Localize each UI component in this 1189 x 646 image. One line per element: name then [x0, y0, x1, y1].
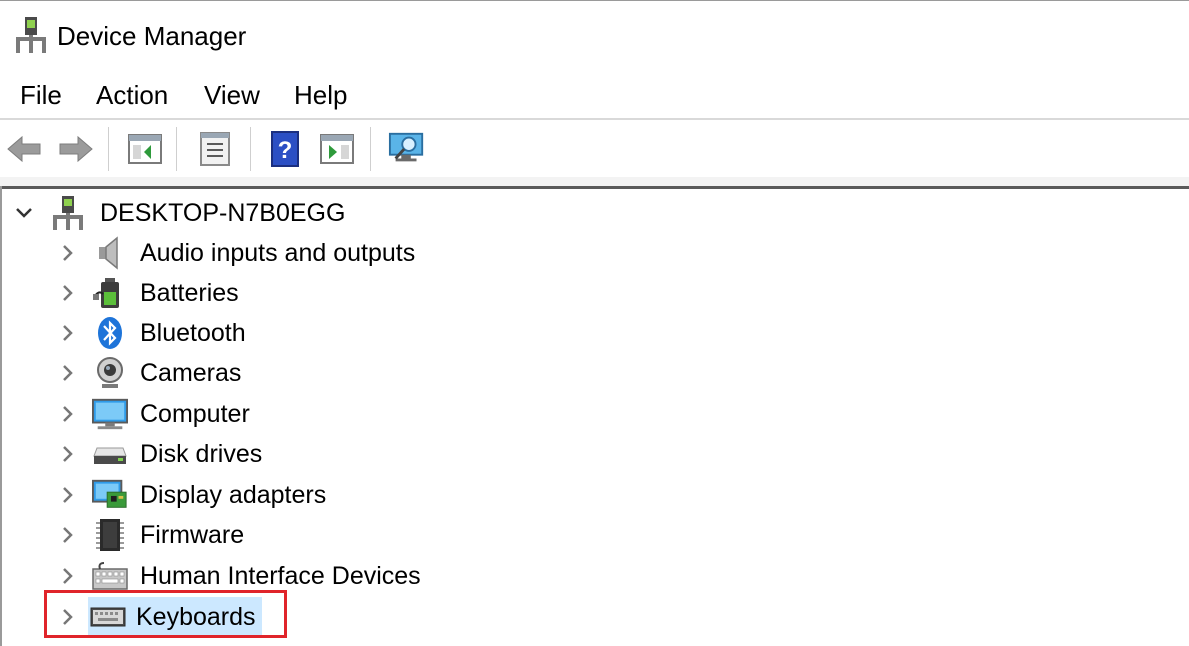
menu-file[interactable]: File [18, 80, 64, 111]
forward-button[interactable] [56, 129, 94, 169]
tree-root-label: DESKTOP-N7B0EGG [100, 198, 346, 227]
annotation-highlight-box [44, 590, 287, 638]
tree-item-label: Batteries [140, 278, 239, 307]
scan-hardware-changes-button[interactable] [388, 129, 426, 169]
toolbar-separator [108, 127, 110, 171]
menu-action[interactable]: Action [94, 80, 170, 111]
svg-text:?: ? [278, 137, 293, 164]
chevron-right-icon[interactable] [58, 566, 78, 586]
properties-icon [200, 132, 230, 166]
menu-divider [0, 118, 1189, 120]
chevron-right-icon[interactable] [58, 485, 78, 505]
chevron-right-icon[interactable] [58, 283, 78, 303]
monitor-icon [92, 396, 128, 432]
display-adapter-icon [92, 477, 128, 513]
hid-keyboard-icon [92, 558, 128, 594]
speaker-icon [92, 235, 128, 271]
help-icon: ? [271, 131, 299, 167]
tree-item-label: Firmware [140, 520, 245, 549]
chevron-right-icon[interactable] [58, 525, 78, 545]
run-action-button[interactable] [318, 129, 356, 169]
chevron-right-icon[interactable] [58, 323, 78, 343]
menu-bar: File Action View Help [0, 76, 1189, 118]
webcam-icon [92, 355, 128, 391]
tree-item-cameras[interactable]: Cameras [58, 353, 241, 393]
forward-arrow-icon [59, 135, 93, 163]
scan-hardware-changes-icon [388, 132, 424, 162]
tree-item-label: Disk drives [140, 439, 263, 468]
tree-item-audio[interactable]: Audio inputs and outputs [58, 233, 415, 273]
tree-item-display-adapters[interactable]: Display adapters [58, 475, 326, 515]
tree-item-disk-drives[interactable]: Disk drives [58, 434, 262, 474]
tree-item-label: Audio inputs and outputs [140, 238, 416, 267]
device-manager-icon [16, 17, 46, 53]
chevron-right-icon[interactable] [58, 404, 78, 424]
toolbar-separator [176, 127, 178, 171]
tree-item-label: Cameras [140, 358, 242, 387]
toolbar: ? [0, 121, 1189, 177]
back-button[interactable] [6, 129, 44, 169]
toolbar-separator [250, 127, 252, 171]
title-bar: Device Manager [0, 0, 1189, 66]
window-title: Device Manager [57, 21, 247, 51]
tree-item-label: Computer [140, 399, 250, 428]
chevron-right-icon[interactable] [58, 363, 78, 383]
battery-plug-icon [92, 275, 128, 311]
menu-view[interactable]: View [202, 80, 262, 111]
chevron-right-icon[interactable] [58, 444, 78, 464]
toolbar-separator [370, 127, 372, 171]
device-tree: DESKTOP-N7B0EGG Audio inputs and outputs… [0, 189, 1189, 646]
tree-root[interactable]: DESKTOP-N7B0EGG [14, 193, 345, 233]
back-arrow-icon [7, 135, 41, 163]
disk-drive-icon [92, 436, 128, 472]
tree-item-label: Bluetooth [140, 318, 246, 347]
tree-item-label: Human Interface Devices [140, 561, 421, 590]
toolbar-shade [0, 177, 1189, 186]
menu-help[interactable]: Help [292, 80, 349, 111]
run-action-icon [320, 134, 354, 164]
tree-item-firmware[interactable]: Firmware [58, 515, 244, 555]
chip-icon [92, 517, 128, 553]
computer-network-icon [50, 195, 86, 231]
tree-item-computer[interactable]: Computer [58, 394, 250, 434]
chevron-right-icon[interactable] [58, 243, 78, 263]
tree-item-bluetooth[interactable]: Bluetooth [58, 313, 246, 353]
properties-button[interactable] [196, 129, 234, 169]
tree-item-label: Display adapters [140, 480, 327, 509]
tree-item-batteries[interactable]: Batteries [58, 273, 239, 313]
bluetooth-icon [92, 315, 128, 351]
help-button[interactable]: ? [266, 129, 304, 169]
show-hide-console-tree-button[interactable] [126, 129, 164, 169]
chevron-down-icon[interactable] [14, 203, 34, 223]
show-hide-console-tree-icon [128, 134, 162, 164]
